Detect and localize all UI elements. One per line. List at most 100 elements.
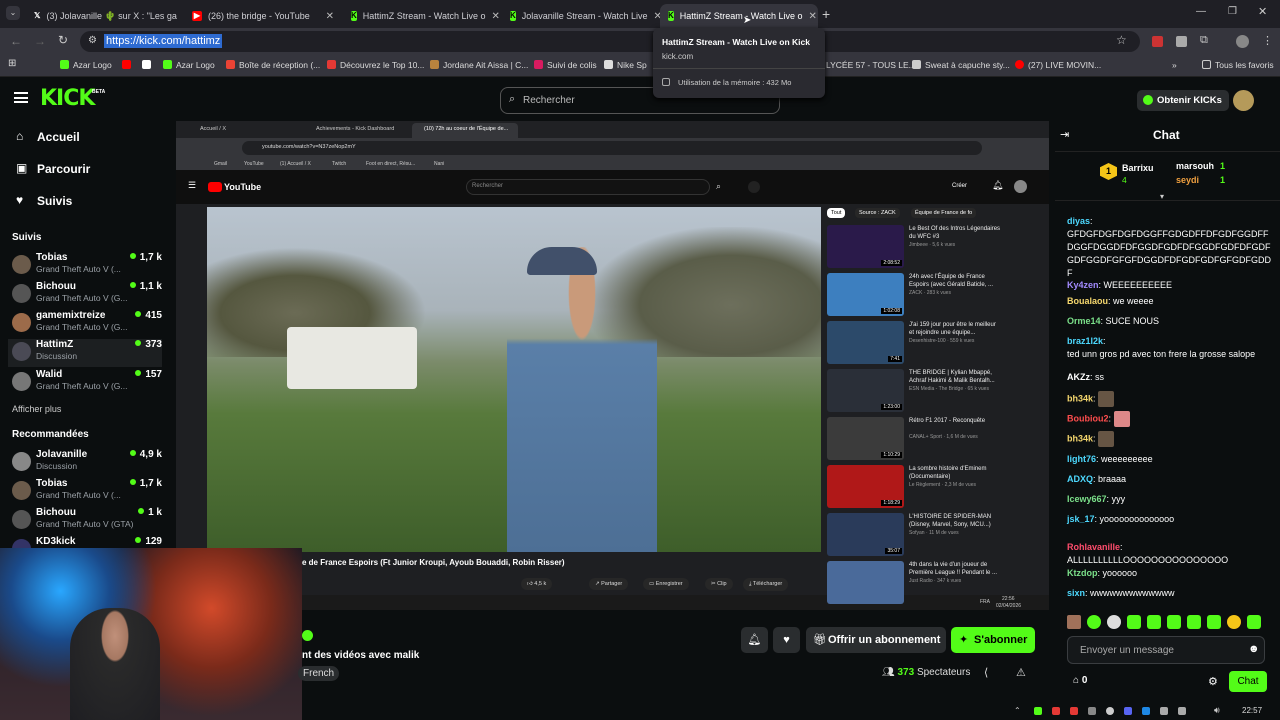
gift-subscription-button[interactable]: 🎁︎ Offrir un abonnement	[806, 627, 946, 653]
extension-icon[interactable]	[1176, 36, 1187, 47]
browser-tab[interactable]: ▶ (26) the bridge - YouTube ✕	[184, 4, 342, 28]
collapse-chat-icon[interactable]: ⇥	[1060, 128, 1069, 141]
followed-channel[interactable]: Walid Grand Theft Auto V (G... 157	[12, 369, 162, 397]
nav-browse[interactable]: ▣ Parcourir	[16, 161, 156, 179]
tray-icon[interactable]	[1142, 707, 1150, 715]
video-player[interactable]: Accueil / X Achievements - Kick Dashboar…	[176, 121, 1049, 610]
restore-icon[interactable]: ❐	[1228, 6, 1237, 17]
chat-username[interactable]: Ktzdop	[1067, 568, 1098, 578]
browser-tab[interactable]: K HattimZ Stream - Watch Live o ✕	[343, 4, 501, 28]
tray-icon[interactable]	[1034, 707, 1042, 715]
chat-username[interactable]: light76	[1067, 454, 1096, 464]
send-chat-button[interactable]: Chat	[1229, 671, 1267, 692]
follow-heart-button[interactable]: ♥	[773, 627, 800, 653]
minimize-icon[interactable]: —	[1196, 6, 1206, 17]
clock[interactable]: 22:57	[1242, 706, 1262, 715]
chat-username[interactable]: bh34k	[1067, 433, 1093, 443]
chat-username[interactable]: Boualaou	[1067, 296, 1108, 306]
url-text[interactable]: https://kick.com/hattimz	[104, 34, 223, 48]
recommended-channel[interactable]: Tobias Grand Theft Auto V (... 1,7 k	[12, 478, 162, 506]
browser-tab-active[interactable]: K HattimZ Stream - Watch Live o ✕	[660, 4, 818, 28]
emote-icon[interactable]	[1227, 615, 1241, 629]
hamburger-menu-icon[interactable]	[14, 92, 28, 103]
browser-tab[interactable]: K Jolavanille Stream - Watch Live ✕	[502, 4, 660, 28]
chat-username[interactable]: braz1l2k	[1067, 336, 1103, 346]
forward-icon[interactable]: →	[34, 34, 46, 48]
chat-input[interactable]: Envoyer un message ☻	[1067, 636, 1265, 664]
volume-icon[interactable]: 🔊︎	[1214, 705, 1220, 716]
followed-channel[interactable]: gamemixtreize Grand Theft Auto V (G... 415	[12, 310, 162, 338]
back-icon[interactable]: ←	[10, 34, 22, 48]
chat-username[interactable]: Rohlavanille	[1067, 542, 1120, 552]
chat-username[interactable]: jsk_17	[1067, 514, 1095, 524]
bookmark-item[interactable]: LYCÉE 57 - TOUS LE...	[826, 60, 916, 70]
user-avatar[interactable]	[1233, 90, 1254, 111]
tab-close-icon[interactable]: ✕	[320, 11, 334, 22]
tray-icon[interactable]	[1088, 707, 1096, 715]
tab-list-button[interactable]: ⌄	[6, 6, 20, 20]
bookmark-item[interactable]: Jordane Ait Aissa | C...	[430, 60, 528, 70]
chat-username[interactable]: sixn	[1067, 588, 1085, 598]
tab-close-icon[interactable]: ✕	[177, 11, 184, 22]
chat-username[interactable]: Ky4zen	[1067, 280, 1099, 290]
bookmark-item[interactable]: Suivi de colis	[534, 60, 597, 70]
emote-icon[interactable]	[1167, 615, 1181, 629]
subscribe-button[interactable]: ✦ S'abonner	[951, 627, 1035, 653]
emote-icon[interactable]	[1067, 615, 1081, 629]
chat-username[interactable]: Icewy667	[1067, 494, 1107, 504]
tray-icon[interactable]	[1070, 707, 1078, 715]
bookmark-item[interactable]: Boîte de réception (...	[226, 60, 320, 70]
profile-icon[interactable]	[1236, 35, 1249, 48]
chat-username[interactable]: Orme14	[1067, 316, 1101, 326]
tab-close-icon[interactable]: ✕	[648, 11, 661, 22]
browser-tab[interactable]: 𝕏(3) Jolavanille 🌵 sur X : "Les ga✕	[26, 4, 184, 28]
more-bookmarks-icon[interactable]: »	[1172, 60, 1177, 70]
bookmark-item[interactable]: Sweat à capuche sty...	[912, 60, 1010, 70]
bookmark-item[interactable]: Nike Sp	[604, 60, 647, 70]
bookmark-item[interactable]: Azar Logo	[60, 60, 112, 70]
tray-icon[interactable]	[1178, 707, 1186, 715]
tab-close-icon[interactable]: ✕	[485, 11, 499, 22]
tab-close-icon[interactable]: ✕	[802, 11, 816, 22]
all-bookmarks[interactable]: Tous les favoris	[1202, 60, 1274, 70]
tray-icon[interactable]	[1124, 707, 1132, 715]
emote-icon[interactable]	[1187, 615, 1201, 629]
emote-icon[interactable]	[1247, 615, 1261, 629]
notification-bell-button[interactable]: 🔔︎	[741, 627, 768, 653]
tray-icon[interactable]	[1160, 707, 1168, 715]
followed-channel[interactable]: Tobias Grand Theft Auto V (... 1,7 k	[12, 252, 162, 280]
tray-icon[interactable]: ⌃	[1014, 706, 1021, 715]
new-tab-button[interactable]: +	[822, 6, 830, 22]
emote-icon[interactable]	[1087, 615, 1101, 629]
kick-logo[interactable]: KICK	[40, 86, 95, 111]
chat-settings-icon[interactable]: ⚙	[1208, 675, 1218, 688]
bookmark-item[interactable]: Découvrez le Top 10...	[327, 60, 424, 70]
bookmark-star-icon[interactable]: ☆	[1116, 33, 1127, 47]
bookmark-item[interactable]	[122, 60, 135, 70]
bookmark-item[interactable]: Azar Logo	[163, 60, 215, 70]
emote-icon[interactable]	[1207, 615, 1221, 629]
window-close-icon[interactable]: ✕	[1258, 5, 1267, 18]
puzzle-icon[interactable]: ⧉	[1200, 34, 1208, 47]
followed-channel-active[interactable]: HattimZ Discussion 373	[8, 339, 162, 367]
emote-icon[interactable]	[1147, 615, 1161, 629]
nav-following[interactable]: ♥ Suivis	[16, 193, 156, 211]
extension-icon[interactable]	[1152, 36, 1163, 47]
chat-username[interactable]: AKZz	[1067, 372, 1090, 382]
language-tag[interactable]: French	[298, 666, 340, 681]
share-icon[interactable]: ⟨	[984, 666, 988, 679]
bookmark-item[interactable]: (27) LIVE MOVIN...	[1015, 60, 1101, 70]
emoji-icon[interactable]: ☻	[1248, 643, 1260, 655]
emote-icon[interactable]	[1107, 615, 1121, 629]
recommended-channel[interactable]: Bichouu Grand Theft Auto V (GTA) 1 k	[12, 507, 162, 535]
report-icon[interactable]: ⚠	[1016, 666, 1026, 679]
bookmark-item[interactable]	[142, 60, 155, 70]
chat-username[interactable]: Boubiou2	[1067, 413, 1109, 423]
url-bar[interactable]: ⚙ https://kick.com/hattimz ☆	[80, 31, 1140, 52]
chat-username[interactable]: bh34k	[1067, 393, 1093, 403]
emote-icon[interactable]	[1127, 615, 1141, 629]
tray-icon[interactable]	[1106, 707, 1114, 715]
show-more-link[interactable]: Afficher plus	[12, 404, 61, 414]
tray-icon[interactable]	[1052, 707, 1060, 715]
expand-leaderboard-icon[interactable]: ▾	[1160, 192, 1164, 201]
